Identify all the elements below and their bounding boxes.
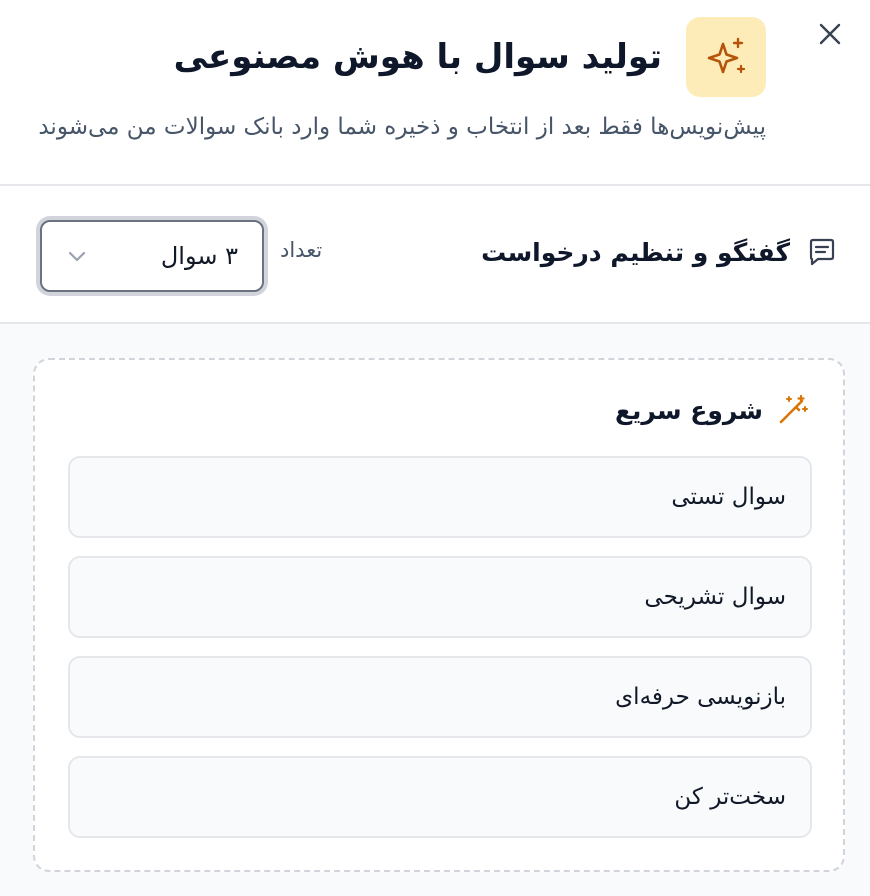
dialog-content: شروع سریع سوال تستی سوال تشریحی بازنویسی… <box>0 324 870 896</box>
quick-start-header: شروع سریع <box>615 394 809 426</box>
magic-wand-icon <box>779 394 808 424</box>
question-count-value: ۳ سوال <box>160 242 238 270</box>
dialog-header: تولید سوال با هوش مصنوعی پیش‌نویس‌ها فقط… <box>0 0 870 186</box>
chevron-down-icon <box>68 251 86 262</box>
request-toolbar: گفتگو و تنظیم درخواست تعداد ۳ سوال <box>0 186 870 324</box>
quick-item-descriptive[interactable]: سوال تشریحی <box>68 556 812 638</box>
ai-badge <box>686 17 766 97</box>
quick-start-card: شروع سریع سوال تستی سوال تشریحی بازنویسی… <box>33 358 845 872</box>
quick-start-title: شروع سریع <box>614 395 763 425</box>
chat-section-label: گفتگو و تنظیم درخواست <box>481 236 838 268</box>
question-count-select[interactable]: ۳ سوال <box>40 220 264 292</box>
dialog-title: تولید سوال با هوش مصنوعی <box>173 37 662 77</box>
dialog-subtitle: پیش‌نویس‌ها فقط بعد از انتخاب و ذخیره شم… <box>38 114 766 140</box>
quick-item-professional-rewrite[interactable]: بازنویسی حرفه‌ای <box>68 656 812 738</box>
sparkles-icon <box>707 37 746 74</box>
chat-icon <box>809 238 835 266</box>
chat-section-title: گفتگو و تنظیم درخواست <box>481 237 790 267</box>
ai-question-dialog: تولید سوال با هوش مصنوعی پیش‌نویس‌ها فقط… <box>0 0 870 896</box>
close-icon <box>819 23 841 45</box>
title-row: تولید سوال با هوش مصنوعی <box>174 17 766 97</box>
count-label: تعداد <box>280 238 323 262</box>
quick-item-multiple-choice[interactable]: سوال تستی <box>68 456 812 538</box>
close-button[interactable] <box>812 16 848 52</box>
quick-item-make-harder[interactable]: سخت‌تر کن <box>68 756 812 838</box>
